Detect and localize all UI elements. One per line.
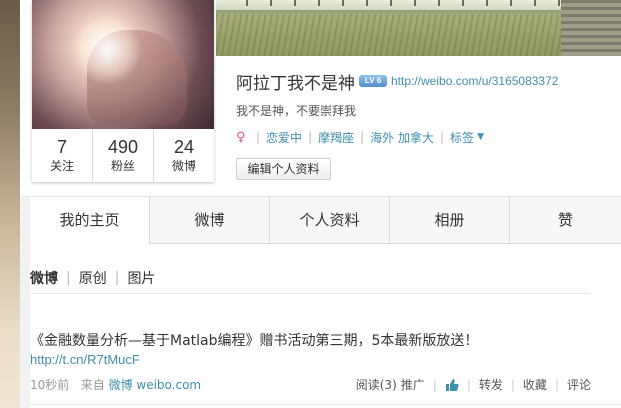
repost-button[interactable]: 转发 [479, 376, 503, 393]
tag-relationship[interactable]: 恋爱中 [266, 129, 302, 146]
tab-profile-info[interactable]: 个人资料 [270, 197, 390, 243]
stat-followers[interactable]: 490 粉丝 [92, 129, 153, 182]
filter-pictures[interactable]: 图片 [127, 268, 155, 288]
stat-posts-label: 微博 [171, 159, 196, 173]
edit-profile-button[interactable]: 编辑个人资料 [236, 158, 331, 180]
favorite-button[interactable]: 收藏 [523, 376, 547, 393]
filter-original[interactable]: 原创 [79, 268, 107, 288]
tab-home[interactable]: 我的主页 [30, 197, 150, 245]
username: 阿拉丁我不是神 [236, 73, 355, 94]
profile-url-link[interactable]: http://weibo.com/u/3165083372 [391, 74, 558, 88]
cover-photo [216, 0, 621, 56]
promote-button[interactable]: 推广 [401, 376, 425, 393]
post-source-prefix: 来自 [80, 378, 105, 392]
post-source[interactable]: 微博 weibo.com [109, 378, 202, 392]
post-time[interactable]: 10秒前 [30, 378, 69, 392]
tag-location[interactable]: 海外 加拿大 [370, 129, 434, 146]
profile-tags: ♀ | 恋爱中 | 摩羯座 | 海外 加拿大 | 标签 ▼ [236, 129, 484, 146]
post-meta: 10秒前 来自 微博 weibo.com [30, 376, 201, 393]
background-photo-edge [0, 0, 20, 408]
tag-zodiac[interactable]: 摩羯座 [318, 129, 354, 146]
tab-albums[interactable]: 相册 [390, 197, 510, 243]
stat-posts-count: 24 [173, 137, 195, 157]
divider [30, 293, 590, 294]
stats-bar: 7 关注 490 粉丝 24 微博 [32, 129, 214, 182]
comment-button[interactable]: 评论 [567, 376, 591, 393]
post-actions: 阅读(3) 推广 | | 转发 | 收藏 | 评论 [355, 376, 591, 393]
stat-posts[interactable]: 24 微博 [153, 129, 214, 182]
name-row: 阿拉丁我不是神 LV 6 http://weibo.com/u/31650833… [236, 70, 558, 94]
stat-followers-label: 粉丝 [110, 159, 135, 173]
profile-tabs: 我的主页 微博 个人资料 相册 赞 [30, 196, 621, 245]
read-count: 阅读(3) [355, 378, 397, 392]
stat-following[interactable]: 7 关注 [32, 129, 92, 182]
feed-filters: 微博 | 原创 | 图片 [30, 268, 156, 288]
caret-down-icon[interactable]: ▼ [477, 132, 484, 142]
stat-following-count: 7 [56, 137, 67, 157]
bio-text: 我不是神，不要崇拜我 [236, 104, 357, 118]
tab-weibo[interactable]: 微博 [150, 197, 270, 243]
filter-all[interactable]: 微博 [30, 268, 58, 288]
level-badge[interactable]: LV 6 [359, 75, 387, 87]
post-short-link[interactable]: http://t.cn/R7tMucF [30, 352, 140, 367]
avatar-card: 7 关注 490 粉丝 24 微博 [32, 0, 214, 182]
post-text: 《金融数量分析—基于Matlab编程》赠书活动第三期，5本最新版放送！ [30, 333, 479, 349]
tab-likes[interactable]: 赞 [510, 197, 621, 243]
stat-followers-count: 490 [107, 137, 139, 157]
divider [30, 404, 621, 405]
thumbs-up-icon[interactable] [445, 378, 459, 392]
stat-following-label: 关注 [49, 159, 74, 173]
tags-dropdown[interactable]: 标签 [450, 129, 474, 146]
feed: 微博 | 原创 | 图片 《金融数量分析—基于Matlab编程》赠书活动第三期，… [30, 244, 621, 408]
avatar[interactable] [32, 0, 214, 129]
female-icon: ♀ [236, 129, 246, 145]
